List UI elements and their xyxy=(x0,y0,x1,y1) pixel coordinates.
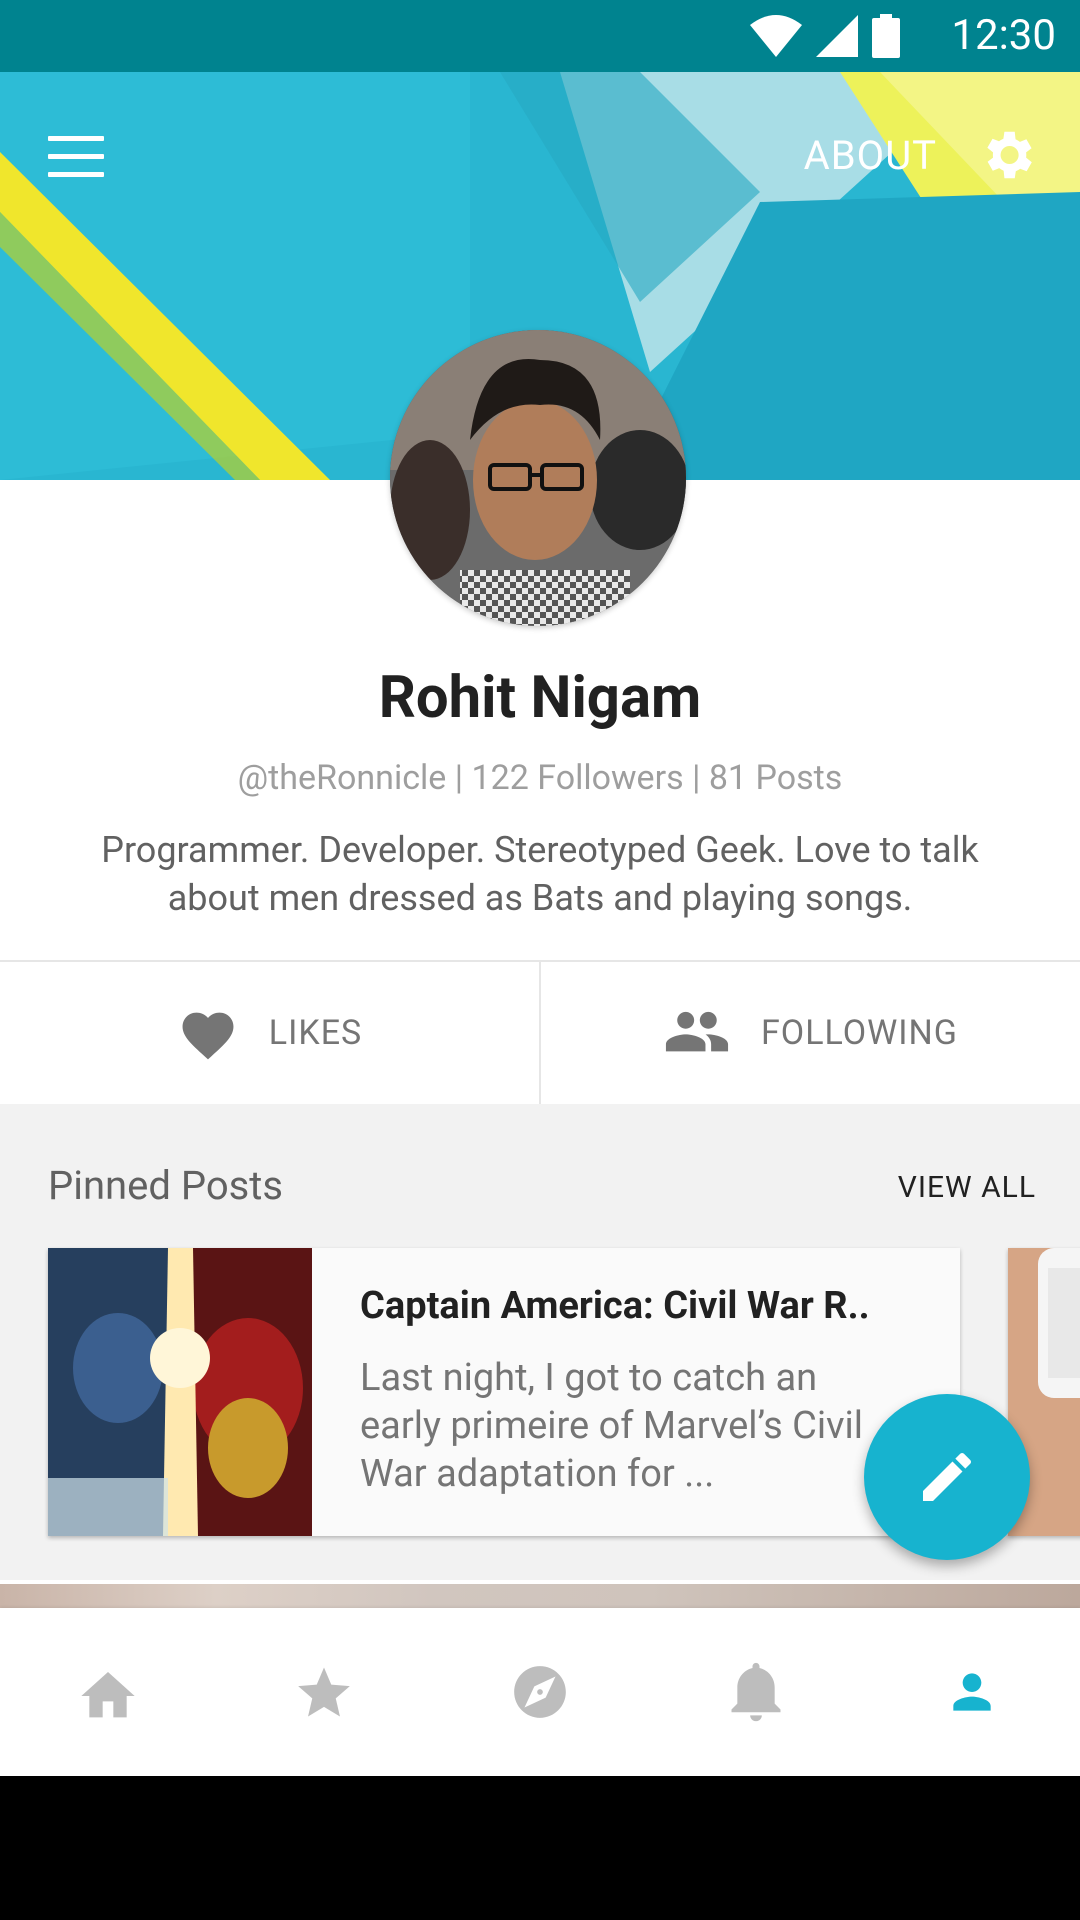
settings-gear-icon[interactable] xyxy=(976,124,1038,186)
profile-meta: @theRonnicle | 122 Followers | 81 Posts xyxy=(237,758,843,798)
nav-home[interactable] xyxy=(68,1652,148,1732)
system-navigation-bar xyxy=(0,1776,1080,1920)
next-card-peek xyxy=(0,1584,1080,1608)
cell-signal-icon xyxy=(816,15,858,57)
about-button[interactable]: ABOUT xyxy=(804,132,937,179)
avatar-photo xyxy=(390,330,686,626)
pinned-post-card[interactable]: Captain America: Civil War R.. Last nigh… xyxy=(48,1248,960,1536)
home-icon xyxy=(81,1672,135,1718)
post-title: Captain America: Civil War R.. xyxy=(360,1284,870,1328)
nav-notifications[interactable] xyxy=(716,1652,796,1732)
avatar[interactable] xyxy=(390,330,686,626)
menu-icon-bar xyxy=(48,136,104,141)
status-icons xyxy=(750,14,900,58)
edit-pencil-icon xyxy=(923,1452,972,1501)
profile-tabs: LIKES FOLLOWING xyxy=(0,962,1080,1104)
nav-favorites[interactable] xyxy=(284,1652,364,1732)
person-icon xyxy=(953,1673,991,1711)
people-icon xyxy=(665,1011,729,1052)
bottom-navigation xyxy=(0,1608,1080,1776)
compose-fab[interactable] xyxy=(864,1394,1030,1560)
menu-icon-bar xyxy=(48,154,104,159)
pinned-posts-title: Pinned Posts xyxy=(48,1162,283,1209)
bell-icon xyxy=(731,1662,781,1722)
status-bar: 12:30 xyxy=(0,0,1080,72)
tab-likes[interactable]: LIKES xyxy=(0,962,539,1104)
menu-icon-bar xyxy=(48,172,104,177)
star-icon xyxy=(298,1667,350,1717)
view-all-button[interactable]: VIEW ALL xyxy=(898,1170,1036,1205)
profile-name: Rohit Nigam xyxy=(378,664,702,732)
profile-bio: Programmer. Developer. Stereotyped Geek.… xyxy=(101,829,979,919)
tab-following-label: FOLLOWING xyxy=(761,1013,958,1053)
battery-icon xyxy=(872,14,900,58)
heart-icon xyxy=(182,1012,234,1060)
nav-explore[interactable] xyxy=(500,1652,580,1732)
explore-icon xyxy=(514,1666,566,1718)
wifi-icon xyxy=(750,15,802,57)
tab-likes-label: LIKES xyxy=(268,1013,363,1053)
tab-following[interactable]: FOLLOWING xyxy=(541,962,1080,1104)
post-excerpt: Last night, I got to catch an early prim… xyxy=(360,1356,863,1496)
post-thumbnail xyxy=(48,1248,312,1536)
nav-profile[interactable] xyxy=(932,1652,1012,1732)
menu-button[interactable] xyxy=(48,134,104,180)
clock: 12:30 xyxy=(951,11,1056,60)
